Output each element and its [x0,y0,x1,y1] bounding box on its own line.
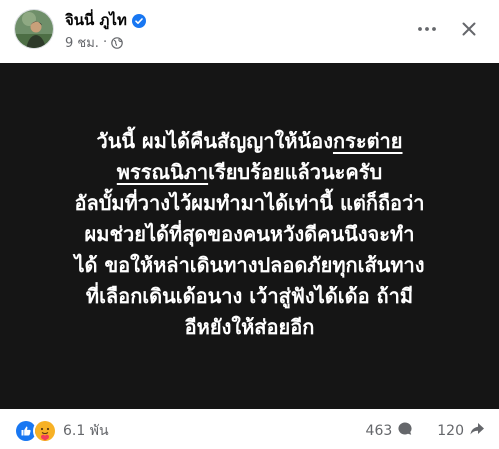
care-icon [33,419,57,443]
post-header: จินนี่ ภูไท 9 ชม. · [0,0,499,62]
globe-icon [111,36,123,49]
post-text-line: อัลบั้มที่วางไว้ผมทำมาได้เท่านี้ แต่ก็ถื… [74,190,425,215]
avatar[interactable] [14,9,54,49]
post-text-line: พรรณนิภาเรียบร้อยแล้วนะครับ [30,157,470,188]
more-options-button[interactable] [416,18,438,40]
text-segment: เรียบร้อยแล้วนะครับ [208,159,383,184]
tagged-name-link[interactable]: พรรณนิภา [117,160,208,184]
post-time[interactable]: 9 ชม. [65,32,99,53]
post-text-line: วันนี้ ผมได้คืนสัญญาให้น้องกระต่าย [30,126,470,157]
shares-count: 120 [437,423,464,439]
reaction-count: 6.1 พัน [63,423,109,439]
tagged-name-link[interactable]: กระต่าย [333,129,403,153]
engagement-stats: 463 120 [366,421,485,441]
close-icon[interactable] [457,17,481,41]
text-post-card: วันนี้ ผมได้คืนสัญญาให้น้องกระต่าย พรรณน… [0,63,499,409]
comment-icon [397,421,413,441]
post-text-line: ที่เลือกเดินเด้อนาง เว้าสู่ฟังได้เด้อ ถ้… [85,283,414,308]
comments-count: 463 [365,423,393,439]
post-footer: 6.1 พัน 463 120 [0,409,499,449]
post-text-line: ได้ ขอให้หล่าเดินทางปลอดภัยทุกเส้นทาง [74,252,425,277]
meta-separator: · [102,35,108,50]
post-text-line: อีหยังให้ส่อยอีก [184,314,315,339]
post-text: วันนี้ ผมได้คืนสัญญาให้น้องกระต่าย พรรณน… [30,126,470,343]
verified-badge-icon [131,13,146,28]
reactions-summary[interactable]: 6.1 พัน [14,419,109,443]
comments-stat[interactable]: 463 [366,421,414,441]
share-icon [469,421,485,441]
author-name[interactable]: จินนี่ ภูไท [65,8,127,32]
post-text-line: ผมช่วยได้ที่สุดของคนหวังดีคนนึงจะทำ [84,221,415,246]
shares-stat[interactable]: 120 [437,421,485,441]
text-segment: วันนี้ ผมได้คืนสัญญาให้น้อง [96,128,333,153]
